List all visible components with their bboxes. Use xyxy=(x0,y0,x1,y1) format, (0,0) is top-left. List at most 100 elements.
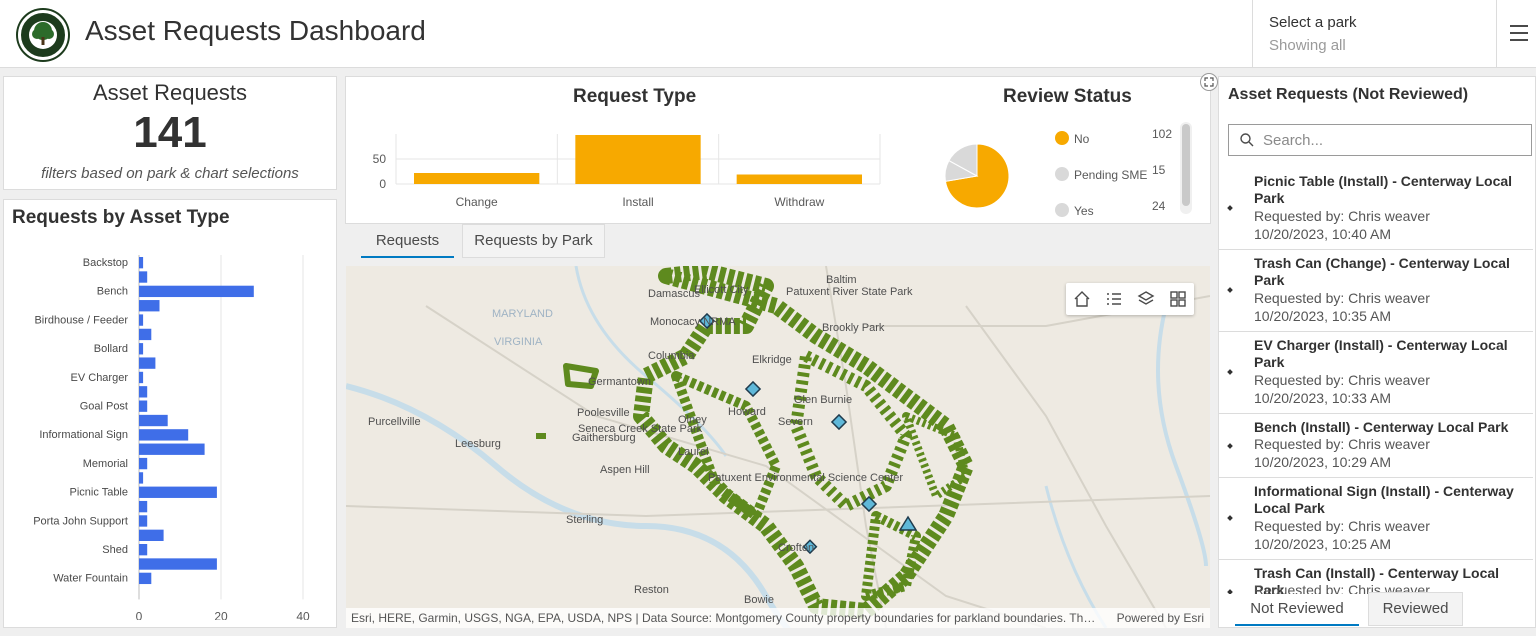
map-place-label: Aspen Hill xyxy=(600,464,650,476)
map-place-label: Brookly Park xyxy=(822,322,885,334)
home-icon[interactable] xyxy=(1070,287,1094,311)
basemap-gallery-icon[interactable] xyxy=(1166,287,1190,311)
asset-type-bar[interactable] xyxy=(139,343,144,355)
asset-type-label: Birdhouse / Feeder xyxy=(34,314,128,326)
tab-requests[interactable]: Requests xyxy=(361,224,454,258)
list-bullet xyxy=(1227,369,1233,375)
legend-swatch[interactable] xyxy=(1055,167,1069,181)
request-requester: Requested by: Chris weaver xyxy=(1254,208,1430,224)
asset-type-bar[interactable] xyxy=(139,300,160,312)
asset-type-bar[interactable] xyxy=(139,544,148,556)
asset-type-bar[interactable] xyxy=(139,314,144,326)
asset-type-label: Memorial xyxy=(83,458,128,470)
montgomery-parks-logo xyxy=(18,10,68,60)
asset-type-bar[interactable] xyxy=(139,558,217,570)
asset-type-bar[interactable] xyxy=(139,529,164,541)
asset-type-bar[interactable] xyxy=(139,328,152,341)
map-place-label: Elkridge xyxy=(752,354,792,366)
map-place-label: VIRGINIA xyxy=(494,336,543,348)
map-place-label: Baltim xyxy=(826,274,857,286)
asset-type-label: Backstop xyxy=(83,257,128,269)
search-box xyxy=(1228,124,1532,156)
asset-type-label: Water Fountain xyxy=(53,573,128,585)
list-bullet xyxy=(1227,287,1233,293)
x-tick-label: 20 xyxy=(214,609,228,620)
map-place-label: Gaithersburg xyxy=(572,432,636,444)
legend-swatch[interactable] xyxy=(1055,131,1069,145)
legend-label: Yes xyxy=(1074,204,1094,218)
list-bullet xyxy=(1227,205,1233,211)
request-type-label: Change xyxy=(456,195,498,209)
asset-type-label: Bollard xyxy=(94,343,128,355)
map-place-label: Germantown xyxy=(588,376,651,388)
tab-requests-by-park[interactable]: Requests by Park xyxy=(462,224,605,258)
asset-type-bar[interactable] xyxy=(139,357,156,369)
powered-by-esri[interactable]: Powered by Esri xyxy=(1117,611,1204,625)
asset-type-label: Bench xyxy=(97,286,128,298)
tab-not-reviewed[interactable]: Not Reviewed xyxy=(1235,592,1359,626)
map-place-label: Poolesville xyxy=(577,407,630,419)
asset-type-bar[interactable] xyxy=(139,515,148,527)
park-selector-label: Select a park xyxy=(1269,14,1357,31)
expand-icon[interactable] xyxy=(1200,73,1218,91)
map-view[interactable]: Baltim Ellicott City Patuxent River State … xyxy=(346,266,1210,628)
list-bullet xyxy=(1227,515,1233,521)
asset-type-bar[interactable] xyxy=(139,457,148,470)
request-type-bar[interactable] xyxy=(736,174,862,185)
request-type-bar[interactable] xyxy=(575,135,701,184)
map-place-label: Bowie xyxy=(744,594,774,606)
asset-type-bar[interactable] xyxy=(139,386,148,398)
layers-icon[interactable] xyxy=(1134,287,1158,311)
asset-type-bar[interactable] xyxy=(139,443,205,455)
asset-type-bar[interactable] xyxy=(139,400,148,412)
asset-type-chart-title: Requests by Asset Type xyxy=(12,207,230,228)
request-title: Bench (Install) - Centerway Local Park xyxy=(1254,419,1509,435)
map-toolbar xyxy=(1066,283,1194,315)
map-place-label: Crofton xyxy=(778,542,815,554)
asset-type-bar[interactable] xyxy=(139,414,168,427)
kpi-value: 141 xyxy=(133,108,207,157)
request-list-item[interactable]: Trash Can (Change) - Centerway Local Par… xyxy=(1219,250,1533,332)
kpi-subtitle: filters based on park & chart selections xyxy=(41,165,299,182)
request-list-item[interactable]: Picnic Table (Install) - Centerway Local… xyxy=(1219,168,1533,250)
request-date: 10/20/2023, 10:29 AM xyxy=(1254,454,1391,470)
legend-scrollbar[interactable] xyxy=(1180,122,1192,214)
request-list-item[interactable]: Trash Can (Install) - Centerway Local Pa… xyxy=(1219,560,1533,594)
asset-type-bar[interactable] xyxy=(139,472,144,484)
asset-type-bar[interactable] xyxy=(139,500,148,513)
asset-type-bar[interactable] xyxy=(139,572,152,585)
tab-requests-label: Requests xyxy=(375,232,440,249)
map-place-label: Reston xyxy=(634,584,669,596)
map-place-label: Sterling xyxy=(566,514,604,526)
request-title: EV Charger (Install) - Centerway Local P… xyxy=(1254,337,1508,370)
park-selector[interactable]: Select a park Showing all xyxy=(1252,0,1496,68)
hamburger-menu-icon[interactable] xyxy=(1496,0,1536,68)
asset-type-bar[interactable] xyxy=(139,257,144,269)
legend-count: 15 xyxy=(1152,163,1166,177)
request-list-item[interactable]: Bench (Install) - Centerway Local Park Re… xyxy=(1219,414,1533,478)
asset-type-label: Porta John Support xyxy=(33,515,128,527)
review-status-chart xyxy=(944,143,1010,209)
asset-type-bar[interactable] xyxy=(139,271,148,283)
tab-reviewed[interactable]: Reviewed xyxy=(1368,592,1463,626)
asset-type-bar[interactable] xyxy=(139,486,217,498)
search-input[interactable] xyxy=(1263,130,1523,150)
request-list-item[interactable]: EV Charger (Install) - Centerway Local P… xyxy=(1219,332,1533,414)
asset-type-bar[interactable] xyxy=(139,285,254,298)
request-type-bar[interactable] xyxy=(414,173,540,184)
request-list-item[interactable]: Informational Sign (Install) - Centerway… xyxy=(1219,478,1533,560)
y-tick-label: 50 xyxy=(373,152,387,166)
y-tick-label: 0 xyxy=(379,177,386,191)
request-type-label: Install xyxy=(622,195,653,209)
asset-type-bar[interactable] xyxy=(139,429,189,441)
legend-list-icon[interactable] xyxy=(1102,287,1126,311)
request-type-label: Withdraw xyxy=(774,195,824,209)
tab-not-reviewed-label: Not Reviewed xyxy=(1250,600,1344,617)
search-icon xyxy=(1240,133,1254,147)
legend-swatch[interactable] xyxy=(1055,203,1069,217)
map-place-label: Ellicott City xyxy=(694,284,749,296)
map-place-label: Laurel xyxy=(678,446,709,458)
asset-type-bar[interactable] xyxy=(139,371,144,384)
asset-type-label: Goal Post xyxy=(80,401,128,413)
request-date: 10/20/2023, 10:40 AM xyxy=(1254,226,1391,242)
